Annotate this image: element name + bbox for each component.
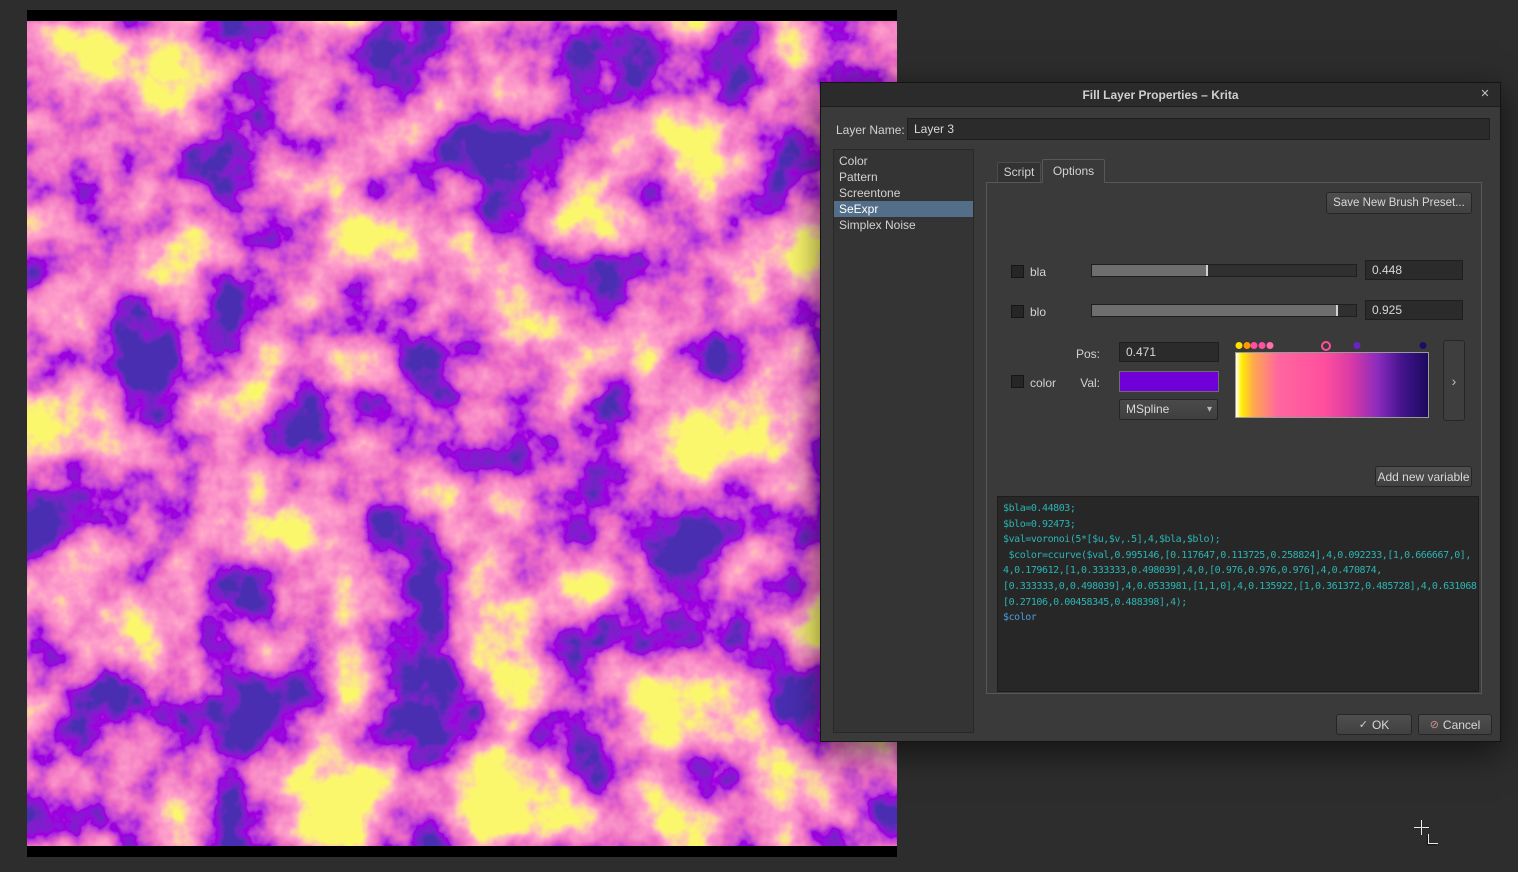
gradient-ramp-widget[interactable] <box>1230 340 1434 421</box>
generator-item-color[interactable]: Color <box>834 153 973 169</box>
cursor-crosshair <box>1414 820 1440 846</box>
close-icon[interactable]: ✕ <box>1477 86 1493 102</box>
bla-slider[interactable] <box>1091 264 1357 277</box>
script-line: [0.333333,0,0.498039],4,0.0533981,[1,1,0… <box>1003 579 1473 595</box>
blo-label: blo <box>1030 305 1046 319</box>
krita-screen: Fill Layer Properties – Krita ✕ Layer Na… <box>0 0 1518 872</box>
generator-item-screentone[interactable]: Screentone <box>834 185 973 201</box>
ok-button[interactable]: ✓ OK <box>1336 714 1412 735</box>
chevron-right-icon: › <box>1452 373 1457 389</box>
interpolation-dropdown[interactable]: MSpline ▾ <box>1119 399 1218 420</box>
val-color-swatch[interactable] <box>1119 371 1219 392</box>
interpolation-value: MSpline <box>1126 402 1169 416</box>
gradient-stop-marker[interactable] <box>1235 342 1242 349</box>
gradient-stop-marker[interactable] <box>1259 342 1266 349</box>
layer-name-label: Layer Name: <box>836 123 905 137</box>
script-line: $color=ccurve($val,0.995146,[0.117647,0.… <box>1003 548 1473 564</box>
generator-item-seexpr[interactable]: SeExpr <box>834 201 973 217</box>
blo-checkbox[interactable] <box>1011 305 1024 318</box>
color-checkbox[interactable] <box>1011 375 1024 388</box>
layer-name-input[interactable] <box>907 118 1490 140</box>
generator-item-pattern[interactable]: Pattern <box>834 169 973 185</box>
chevron-down-icon: ▾ <box>1207 400 1212 419</box>
script-line: [0.27106,0.00458345,0.488398],4); <box>1003 595 1473 611</box>
tab-script[interactable]: Script <box>997 162 1041 183</box>
pos-label: Pos: <box>1065 347 1100 361</box>
pos-value-spinbox[interactable]: 0.471 <box>1119 342 1219 362</box>
generator-item-simplex-noise[interactable]: Simplex Noise <box>834 217 973 233</box>
options-panel: Save New Brush Preset... bla 0.448 blo 0… <box>986 182 1482 694</box>
fill-layer-properties-dialog: Fill Layer Properties – Krita ✕ Layer Na… <box>820 82 1501 742</box>
script-line: $val=voronoi(5*[$u,$v,.5],4,$bla,$blo); <box>1003 532 1473 548</box>
script-line: $blo=0.92473; <box>1003 517 1473 533</box>
generator-list: Color Pattern Screentone SeExpr Simplex … <box>833 149 974 733</box>
cursor-tool-badge-icon <box>1428 834 1438 844</box>
canvas-area[interactable] <box>27 10 897 857</box>
blo-value-spinbox[interactable]: 0.925 <box>1365 300 1463 320</box>
gradient-stop-marker[interactable] <box>1266 342 1273 349</box>
script-line: $bla=0.44803; <box>1003 501 1473 517</box>
gradient-stop-marker[interactable] <box>1251 342 1258 349</box>
blo-slider[interactable] <box>1091 304 1357 317</box>
bla-slider-fill <box>1092 265 1208 276</box>
canvas-noise-texture <box>27 21 897 846</box>
crosshair-vertical-line <box>1421 820 1422 835</box>
cancel-slash-icon: ⊘ <box>1430 718 1439 731</box>
check-icon: ✓ <box>1359 718 1368 731</box>
tab-options[interactable]: Options <box>1042 159 1105 183</box>
gradient-stop-row <box>1235 340 1429 352</box>
val-label: Val: <box>1065 376 1100 390</box>
seexpr-script-editor[interactable]: $bla=0.44803; $blo=0.92473; $val=voronoi… <box>997 496 1479 692</box>
save-new-brush-preset-button[interactable]: Save New Brush Preset... <box>1326 192 1472 214</box>
script-line: $color <box>1003 610 1473 626</box>
ramp-next-button[interactable]: › <box>1443 340 1465 421</box>
dialog-titlebar[interactable]: Fill Layer Properties – Krita ✕ <box>821 83 1500 107</box>
bla-value-spinbox[interactable]: 0.448 <box>1365 260 1463 280</box>
gradient-stop-marker[interactable] <box>1420 342 1427 349</box>
cancel-button[interactable]: ⊘ Cancel <box>1418 714 1492 735</box>
color-label: color <box>1030 376 1056 390</box>
gradient-ramp[interactable] <box>1235 352 1429 418</box>
crosshair-horizontal-line <box>1414 827 1429 828</box>
add-new-variable-button[interactable]: Add new variable <box>1375 466 1472 487</box>
ok-button-label: OK <box>1372 718 1389 732</box>
blo-slider-fill <box>1092 305 1338 316</box>
bla-label: bla <box>1030 265 1046 279</box>
gradient-stop-marker[interactable] <box>1321 341 1331 351</box>
bla-checkbox[interactable] <box>1011 265 1024 278</box>
dialog-title: Fill Layer Properties – Krita <box>821 88 1500 102</box>
cancel-button-label: Cancel <box>1443 718 1480 732</box>
gradient-stop-marker[interactable] <box>1354 342 1361 349</box>
gradient-stop-marker[interactable] <box>1243 342 1250 349</box>
script-line: 4,0.179612,[1,0.333333,0.498039],4,0,[0.… <box>1003 563 1473 579</box>
